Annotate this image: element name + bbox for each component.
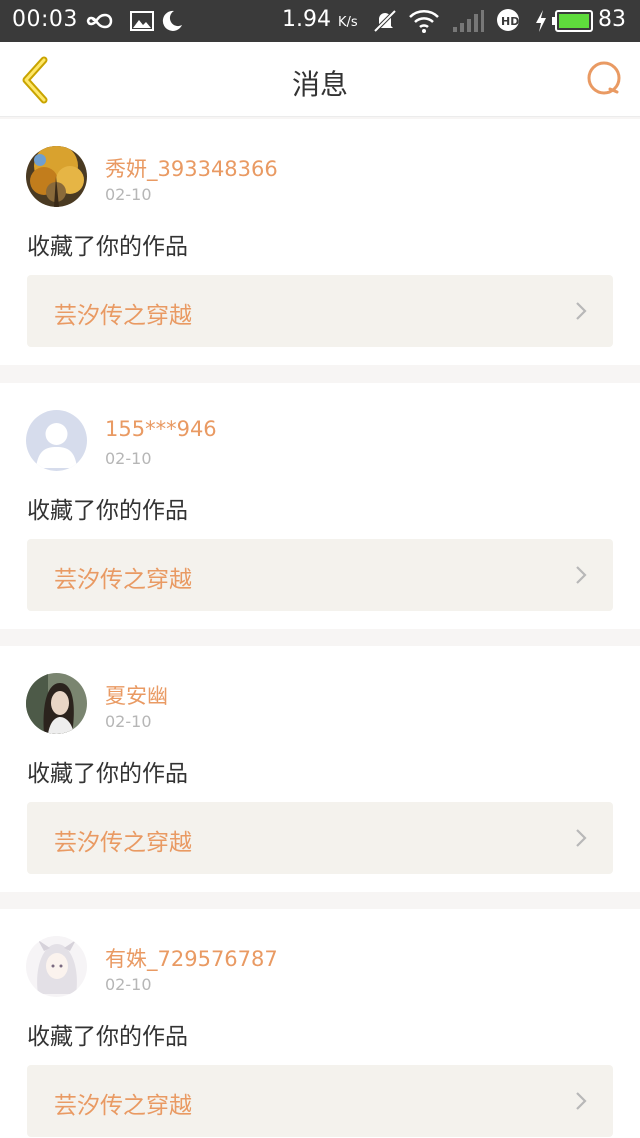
image-icon xyxy=(130,8,154,34)
work-link[interactable]: 芸汐传之穿越 xyxy=(27,802,613,874)
message-action: 收藏了你的作品 xyxy=(27,1024,188,1050)
signal-icon xyxy=(451,8,485,34)
moon-icon xyxy=(160,8,184,34)
header: 消息 xyxy=(0,42,640,117)
work-link[interactable]: 芸汐传之穿越 xyxy=(27,1065,613,1137)
message-date: 02-10 xyxy=(105,185,152,204)
chevron-right-icon xyxy=(576,829,587,847)
user-avatar[interactable] xyxy=(26,410,87,471)
mute-icon xyxy=(372,8,398,34)
hd-icon: HD xyxy=(496,8,522,34)
user-avatar[interactable] xyxy=(26,936,87,997)
username[interactable]: 夏安幽 xyxy=(105,680,168,710)
wifi-icon xyxy=(408,8,440,34)
search-icon xyxy=(587,61,621,95)
status-bar: 00:03 1.94 K/s HD 83 xyxy=(0,0,640,42)
battery-percentage: 83 xyxy=(598,7,626,32)
chevron-right-icon xyxy=(576,566,587,584)
work-title: 芸汐传之穿越 xyxy=(54,830,192,856)
battery-icon xyxy=(552,8,594,34)
network-speed: 1.94 K/s xyxy=(282,7,358,32)
message-date: 02-10 xyxy=(105,712,152,731)
user-avatar[interactable] xyxy=(26,146,87,207)
username[interactable]: 秀妍_393348366 xyxy=(105,153,278,183)
chevron-right-icon xyxy=(576,1092,587,1110)
user-avatar[interactable] xyxy=(26,673,87,734)
message-action: 收藏了你的作品 xyxy=(27,761,188,787)
work-title: 芸汐传之穿越 xyxy=(54,1093,192,1119)
message-card: 有姝_729576787 02-10 收藏了你的作品 芸汐传之穿越 xyxy=(0,909,640,1138)
infinity-icon xyxy=(86,8,116,34)
work-link[interactable]: 芸汐传之穿越 xyxy=(27,275,613,347)
message-card: 秀妍_393348366 02-10 收藏了你的作品 芸汐传之穿越 xyxy=(0,119,640,365)
work-title: 芸汐传之穿越 xyxy=(54,303,192,329)
search-button[interactable] xyxy=(584,58,626,100)
message-action: 收藏了你的作品 xyxy=(27,234,188,260)
message-action: 收藏了你的作品 xyxy=(27,498,188,524)
message-card: 155***946 02-10 收藏了你的作品 芸汐传之穿越 xyxy=(0,383,640,629)
status-time: 00:03 xyxy=(12,7,78,32)
chevron-right-icon xyxy=(576,302,587,320)
username[interactable]: 155***946 xyxy=(105,417,217,441)
work-title: 芸汐传之穿越 xyxy=(54,567,192,593)
message-date: 02-10 xyxy=(105,975,152,994)
svg-text:HD: HD xyxy=(501,15,519,28)
message-card: 夏安幽 02-10 收藏了你的作品 芸汐传之穿越 xyxy=(0,646,640,892)
work-link[interactable]: 芸汐传之穿越 xyxy=(27,539,613,611)
username[interactable]: 有姝_729576787 xyxy=(105,943,278,973)
message-date: 02-10 xyxy=(105,449,152,468)
page-title: 消息 xyxy=(291,68,348,101)
charging-icon xyxy=(534,8,548,34)
